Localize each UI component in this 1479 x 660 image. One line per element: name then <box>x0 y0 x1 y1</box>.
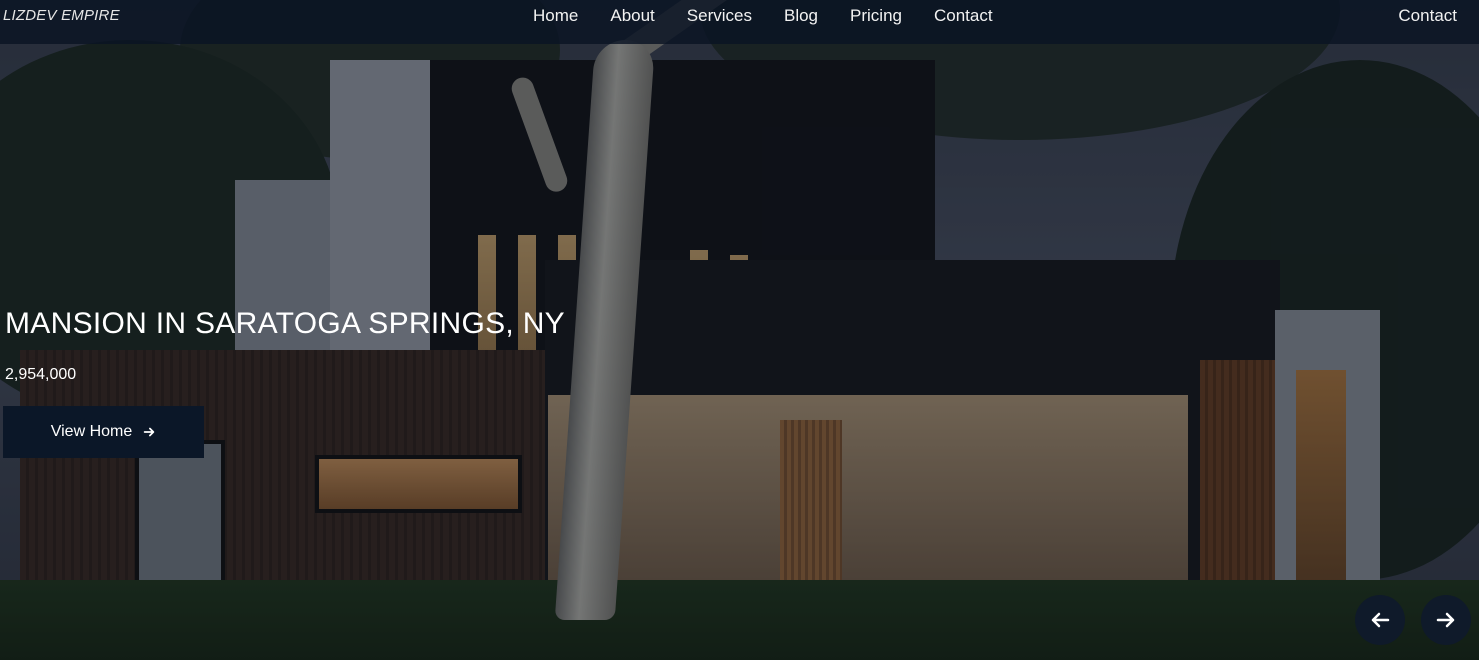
nav-link-pricing[interactable]: Pricing <box>850 6 902 26</box>
navbar: LIZDEV EMPIRE Home About Services Blog P… <box>0 0 1479 44</box>
nav-link-home[interactable]: Home <box>533 6 578 26</box>
nav-links: Home About Services Blog Pricing Contact <box>533 6 1025 26</box>
listing-price: 2,954,000 <box>5 366 77 383</box>
brand-logo[interactable]: LIZDEV EMPIRE <box>3 7 120 24</box>
listing-title: MANSION IN SARATOGA SPRINGS, NY <box>5 307 565 340</box>
slider-prev-button[interactable] <box>1355 595 1405 645</box>
view-home-button[interactable]: View Home <box>3 406 204 458</box>
nav-link-about[interactable]: About <box>610 6 654 26</box>
view-home-label: View Home <box>50 423 133 440</box>
nav-link-services[interactable]: Services <box>687 6 752 26</box>
contact-button[interactable]: Contact <box>1398 6 1457 26</box>
arrow-right-icon <box>144 427 155 437</box>
nav-link-blog[interactable]: Blog <box>784 6 818 26</box>
nav-link-contact[interactable]: Contact <box>934 6 993 26</box>
arrow-right-icon <box>1436 612 1455 628</box>
arrow-left-icon <box>1371 612 1390 628</box>
slider-next-button[interactable] <box>1421 595 1471 645</box>
